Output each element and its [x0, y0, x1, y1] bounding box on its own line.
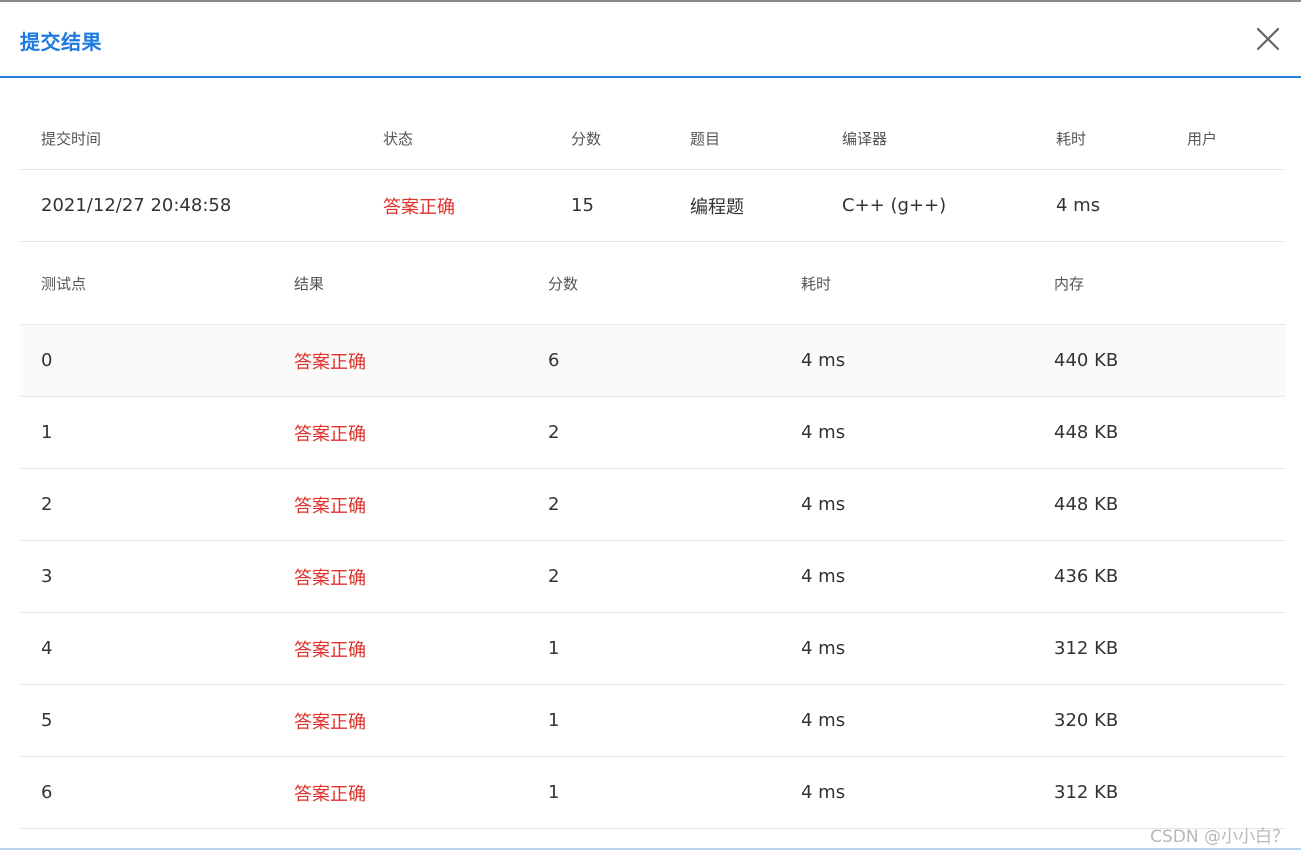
testcase-score: 6: [548, 350, 560, 371]
testcase-table: 测试点 结果 分数 耗时 内存 0 答案正确 6 4 ms 440 KB 1 答…: [20, 242, 1285, 829]
testcase-id: 0: [41, 350, 53, 371]
status-badge: 答案正确: [383, 196, 455, 218]
testcase-memory: 448 KB: [1054, 422, 1119, 443]
table-row: 4 答案正确 1 4 ms 312 KB: [20, 613, 1285, 685]
testcase-id: 2: [41, 494, 53, 515]
table-row: 1 答案正确 2 4 ms 448 KB: [20, 397, 1285, 469]
testcase-result: 答案正确: [294, 423, 366, 445]
table-row: 3 答案正确 2 4 ms 436 KB: [20, 541, 1285, 613]
testcase-result: 答案正确: [294, 711, 366, 733]
testcase-time: 4 ms: [801, 782, 846, 803]
header-score: 分数: [548, 274, 579, 293]
testcase-score: 1: [548, 638, 560, 659]
header-score: 分数: [571, 130, 602, 148]
testcase-result: 答案正确: [294, 783, 366, 805]
testcase-time: 4 ms: [801, 494, 846, 515]
compiler: C++ (g++): [842, 195, 947, 216]
header-time: 耗时: [1056, 130, 1087, 148]
testcase-time: 4 ms: [801, 710, 846, 731]
summary-header-row: 提交时间 状态 分数 题目 编译器 耗时 用户: [20, 80, 1285, 170]
table-row: 5 答案正确 1 4 ms 320 KB: [20, 685, 1285, 757]
testcase-result: 答案正确: [294, 495, 366, 517]
elapsed-time: 4 ms: [1056, 195, 1101, 216]
testcase-score: 1: [548, 782, 560, 803]
testcase-memory: 320 KB: [1054, 710, 1119, 731]
submit-time: 2021/12/27 20:48:58: [41, 195, 232, 216]
header-compiler: 编译器: [842, 130, 888, 148]
summary-table: 提交时间 状态 分数 题目 编译器 耗时 用户 2021/12/27 20:48…: [20, 80, 1285, 242]
testcase-id: 3: [41, 566, 53, 587]
testcase-score: 2: [548, 494, 560, 515]
header-problem: 题目: [690, 130, 721, 148]
header-submit-time: 提交时间: [41, 130, 102, 148]
testcase-score: 1: [548, 710, 560, 731]
testcase-id: 6: [41, 782, 53, 803]
testcase-id: 4: [41, 638, 53, 659]
table-row: 6 答案正确 1 4 ms 312 KB: [20, 757, 1285, 829]
testcase-time: 4 ms: [801, 638, 846, 659]
testcase-result: 答案正确: [294, 639, 366, 661]
testcase-time: 4 ms: [801, 350, 846, 371]
dialog-header: 提交结果: [0, 2, 1301, 78]
table-row: 0 答案正确 6 4 ms 440 KB: [20, 325, 1285, 397]
testcase-result: 答案正确: [294, 567, 366, 589]
testcase-score: 2: [548, 566, 560, 587]
header-memory: 内存: [1054, 274, 1085, 293]
header-time: 耗时: [801, 274, 832, 293]
watermark: CSDN @小小白？: [1150, 827, 1289, 847]
testcase-time: 4 ms: [801, 566, 846, 587]
header-status: 状态: [383, 130, 414, 148]
testcase-memory: 312 KB: [1054, 782, 1119, 803]
testcase-score: 2: [548, 422, 560, 443]
testcase-result: 答案正确: [294, 351, 366, 373]
close-button[interactable]: [1255, 26, 1281, 52]
summary-data-row: 2021/12/27 20:48:58 答案正确 15 编程题 C++ (g++…: [20, 170, 1285, 242]
testcase-memory: 436 KB: [1054, 566, 1119, 587]
submission-result-dialog: 提交结果 提交时间 状态 分数 题目 编译器 耗时 用户 2021/12/27 …: [0, 0, 1301, 850]
testcase-memory: 440 KB: [1054, 350, 1119, 371]
testcase-id: 1: [41, 422, 53, 443]
testcase-header-row: 测试点 结果 分数 耗时 内存: [20, 242, 1285, 325]
testcase-id: 5: [41, 710, 53, 731]
header-user: 用户: [1187, 130, 1218, 148]
testcase-time: 4 ms: [801, 422, 846, 443]
problem-link[interactable]: 编程题: [690, 170, 744, 241]
header-testcase: 测试点: [41, 274, 87, 293]
total-score: 15: [571, 195, 594, 216]
close-icon: [1256, 27, 1280, 51]
testcase-memory: 448 KB: [1054, 494, 1119, 515]
header-result: 结果: [294, 274, 325, 293]
testcase-memory: 312 KB: [1054, 638, 1119, 659]
dialog-title: 提交结果: [20, 30, 102, 54]
table-row: 2 答案正确 2 4 ms 448 KB: [20, 469, 1285, 541]
